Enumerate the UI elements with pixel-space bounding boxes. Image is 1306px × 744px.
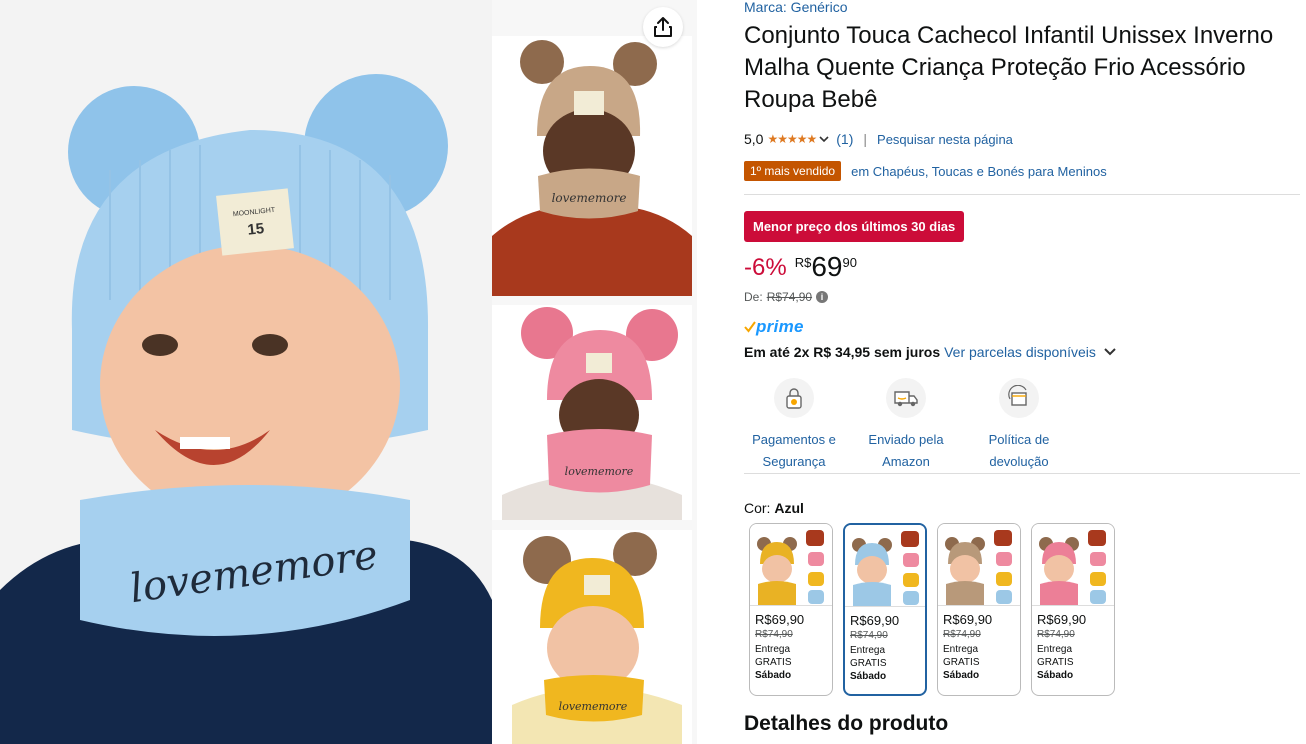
rating-row: 5,0 ★★★★★ (1) | Pesquisar nesta página <box>744 131 1013 147</box>
swatch-image <box>750 524 832 606</box>
swatch-was-price: R$74,90 <box>750 629 832 640</box>
prime-badge: prime <box>744 317 804 337</box>
price-whole: 69 <box>811 251 843 282</box>
swatch-price: R$69,90 <box>943 612 993 627</box>
product-title: Conjunto Touca Cachecol Infantil Unissex… <box>744 22 1274 113</box>
patch-number: 15 <box>247 220 265 239</box>
swatch-was-value: R$74,90 <box>1037 629 1075 640</box>
swatch-ship-line1: Entrega <box>850 645 886 656</box>
divider <box>744 194 1300 195</box>
color-swatch[interactable]: R$69,90 R$74,90 Entrega GRATIS Sábado <box>1031 523 1115 696</box>
discount-percent: -6% <box>744 254 787 281</box>
search-page-link[interactable]: Pesquisar nesta página <box>877 132 1013 147</box>
main-product-image[interactable]: MOONLIGHT 15 lovememore <box>0 0 492 744</box>
deal-badge: Menor preço dos últimos 30 dias <box>744 211 965 242</box>
bestseller-category-link[interactable]: em Chapéus, Toucas e Bonés para Meninos <box>851 164 1107 179</box>
swatch-price: R$69,90 <box>850 613 900 628</box>
swatch-was-value: R$74,90 <box>755 629 793 640</box>
color-label-text: Cor: <box>744 500 771 516</box>
swatch-delivery-day: Sábado <box>755 670 792 681</box>
chevron-down-icon[interactable] <box>818 133 830 145</box>
swatch-ship-line1: Entrega <box>943 644 979 655</box>
installments-link[interactable]: Ver parcelas disponíveis <box>944 344 1096 360</box>
chevron-down-icon[interactable] <box>1102 344 1118 360</box>
feature-label: Pagamentos e <box>752 432 836 447</box>
feature-label: Segurança <box>762 454 826 469</box>
thumb-scarf-text: lovememore <box>565 465 634 478</box>
star-rating-icon[interactable]: ★★★★★ <box>767 132 817 146</box>
swatch-ship-line2: GRATIS <box>943 657 980 668</box>
swatch-ship-line2: GRATIS <box>850 658 887 669</box>
swatch-delivery-day: Sábado <box>1037 670 1074 681</box>
swatch-delivery-day: Sábado <box>850 671 887 682</box>
color-swatch[interactable]: R$69,90 R$74,90 Entrega GRATIS Sábado <box>749 523 833 696</box>
price-row: -6% R$ 69 90 <box>744 250 857 284</box>
feature-label: devolução <box>989 454 1049 469</box>
swatch-ship-line1: Entrega <box>1037 644 1073 655</box>
swatch-delivery-day: Sábado <box>943 670 980 681</box>
feature-label: Política de <box>988 432 1050 447</box>
price-fraction: 90 <box>842 255 857 270</box>
thumb-scarf-text: lovememore <box>552 191 627 205</box>
swatch-price: R$69,90 <box>755 612 805 627</box>
swatch-shipping: Entrega GRATIS <box>845 644 925 670</box>
swatch-image <box>1032 524 1114 606</box>
divider <box>744 473 1300 474</box>
feature-label: Amazon <box>882 454 930 469</box>
share-icon <box>654 17 672 37</box>
bestseller-badge[interactable]: 1º mais vendido <box>744 161 842 181</box>
feature-returns[interactable]: Política de devolução <box>954 378 1084 473</box>
info-icon[interactable]: i <box>816 291 829 303</box>
bestseller-row: 1º mais vendido em Chapéus, Toucas e Bon… <box>744 161 1107 181</box>
lock-payment-icon <box>774 378 814 418</box>
swatch-shipping: Entrega GRATIS <box>938 643 1020 669</box>
swatch-was-price: R$74,90 <box>938 629 1020 640</box>
swatch-shipping: Entrega GRATIS <box>750 643 832 669</box>
share-button[interactable] <box>643 7 683 47</box>
color-swatch[interactable]: R$69,90 R$74,90 Entrega GRATIS Sábado <box>937 523 1021 696</box>
color-label: Cor: Azul <box>744 500 804 516</box>
brand-link[interactable]: Marca: Genérico <box>744 0 847 15</box>
swatch-shipping: Entrega GRATIS <box>1032 643 1114 669</box>
thumbnail-yellow[interactable]: lovememore <box>492 530 692 744</box>
feature-icons: Pagamentos e Segurança Enviado pela Amazon… <box>744 378 1084 473</box>
installments-row: Em até 2x R$ 34,95 sem juros Ver parcela… <box>744 344 1118 360</box>
swatch-ship-line2: GRATIS <box>1037 657 1074 668</box>
rating-count-link[interactable]: (1) <box>836 131 853 147</box>
swatch-was-value: R$74,90 <box>943 629 981 640</box>
thumbnail-pink[interactable]: lovememore <box>492 305 692 520</box>
swatch-ship-line2: GRATIS <box>755 657 792 668</box>
list-price-row: De: R$74,90 i <box>744 290 829 304</box>
separator: | <box>863 131 868 147</box>
price-currency: R$ <box>794 255 812 270</box>
truck-icon <box>886 378 926 418</box>
color-swatch[interactable]: R$69,90 R$74,90 Entrega GRATIS Sábado <box>843 523 927 696</box>
thumb-scarf-text: lovememore <box>559 700 628 713</box>
was-price: R$74,90 <box>766 290 813 304</box>
installments-text: Em até 2x R$ 34,95 sem juros <box>744 344 941 360</box>
color-swatches: R$69,90 R$74,90 Entrega GRATIS Sábado R$69,90… <box>749 523 1115 696</box>
image-gallery: MOONLIGHT 15 lovememore lovememore lovem… <box>0 0 697 744</box>
swatch-image <box>845 525 925 607</box>
rating-value: 5,0 <box>744 131 764 147</box>
swatch-was-price: R$74,90 <box>845 630 925 641</box>
swatch-was-price: R$74,90 <box>1032 629 1114 640</box>
return-box-icon <box>999 378 1039 418</box>
was-label: De: <box>744 290 763 304</box>
prime-check-icon <box>744 321 756 333</box>
swatch-image <box>938 524 1020 606</box>
feature-label: Enviado pela <box>868 432 944 447</box>
details-heading: Detalhes do produto <box>744 712 949 735</box>
color-selected: Azul <box>774 500 804 516</box>
feature-payments[interactable]: Pagamentos e Segurança <box>730 378 858 473</box>
swatch-price: R$69,90 <box>1037 612 1087 627</box>
thumbnail-brown[interactable]: lovememore <box>492 36 692 296</box>
swatch-was-value: R$74,90 <box>850 630 888 641</box>
swatch-ship-line1: Entrega <box>755 644 791 655</box>
feature-shipping[interactable]: Enviado pela Amazon <box>858 378 954 473</box>
prime-label: prime <box>756 317 804 336</box>
